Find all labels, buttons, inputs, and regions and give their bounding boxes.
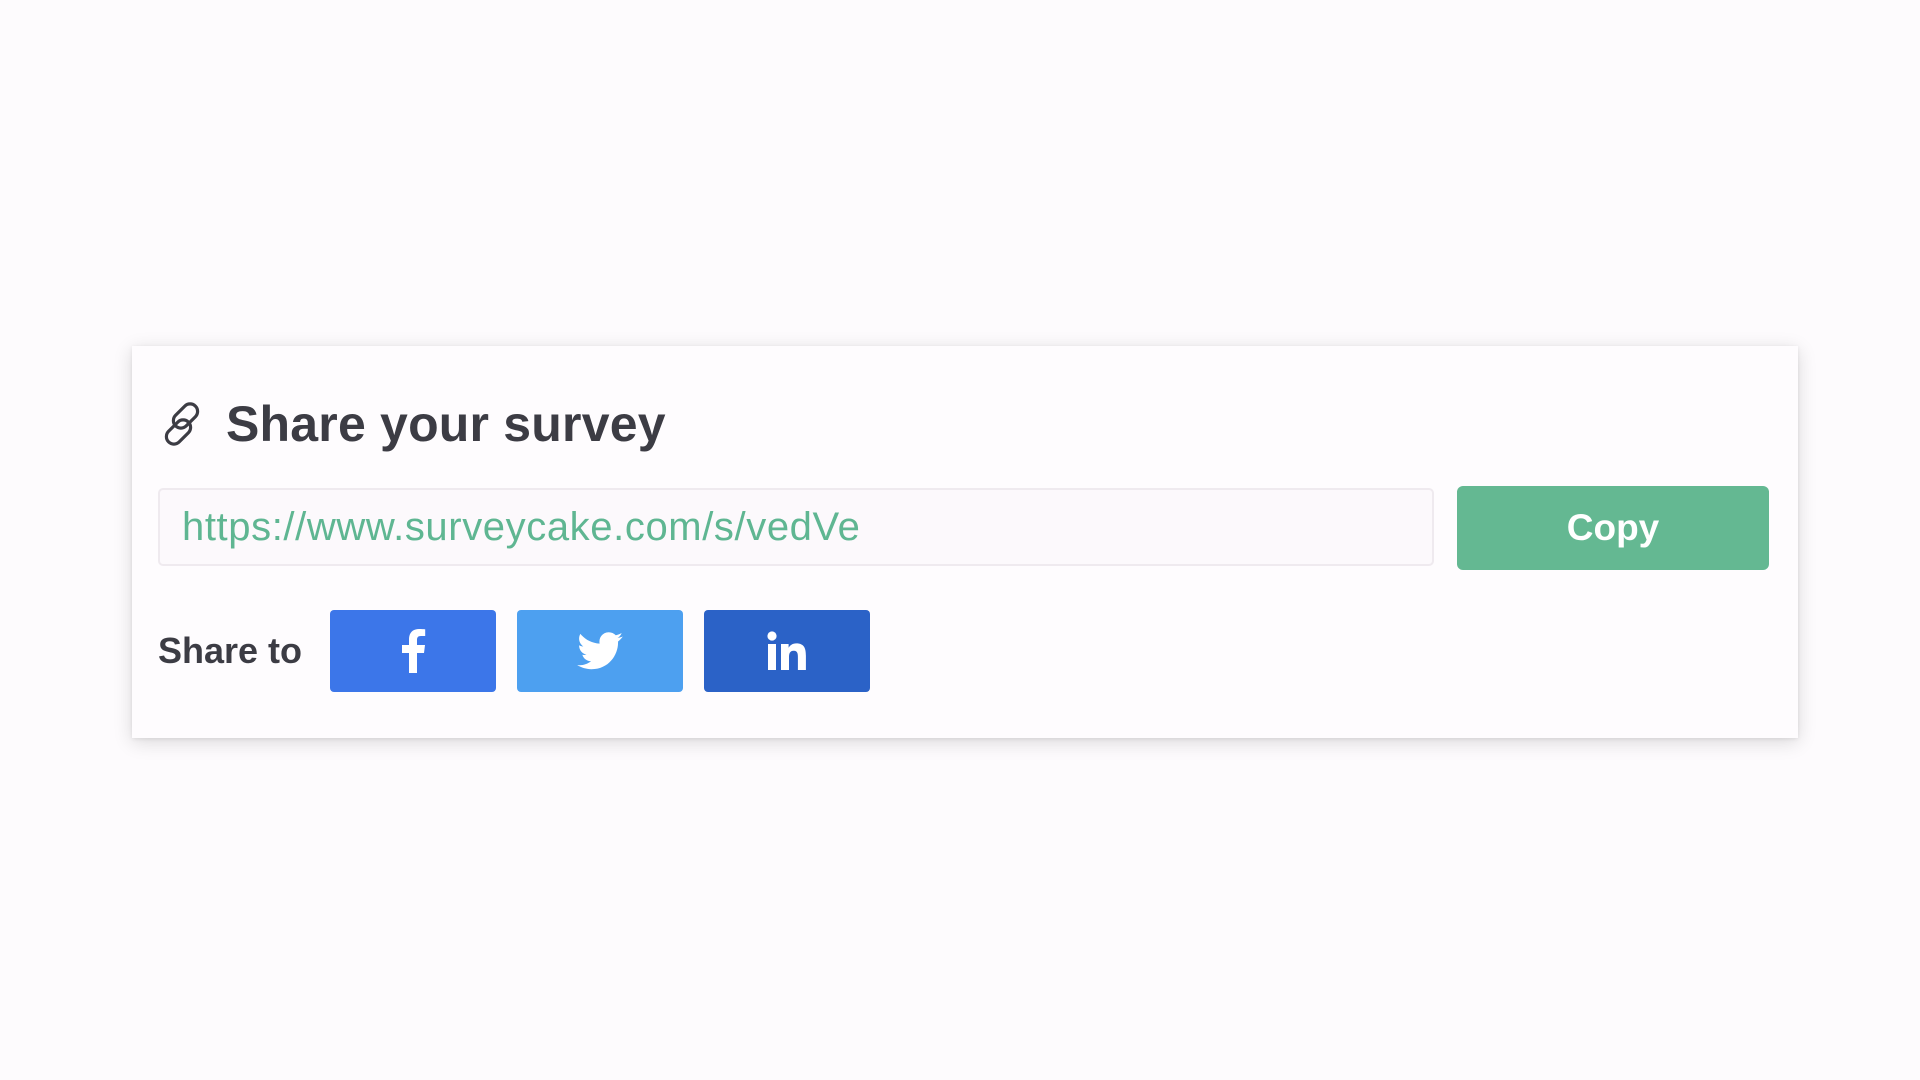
share-to-row: Share to [158,610,891,692]
share-to-label: Share to [158,630,303,671]
twitter-share-button[interactable] [517,610,684,692]
share-survey-panel: Share your survey Copy Share to [132,346,1798,738]
copy-button[interactable]: Copy [1457,486,1769,570]
facebook-share-button[interactable] [330,610,497,692]
linkedin-share-button[interactable] [704,610,871,692]
facebook-icon [399,629,427,673]
linkedin-icon [767,631,807,671]
twitter-icon [577,632,623,670]
page-title: Share your survey [226,396,666,452]
panel-header: Share your survey [158,396,666,452]
survey-url-field[interactable] [158,488,1434,566]
link-icon [158,400,206,448]
